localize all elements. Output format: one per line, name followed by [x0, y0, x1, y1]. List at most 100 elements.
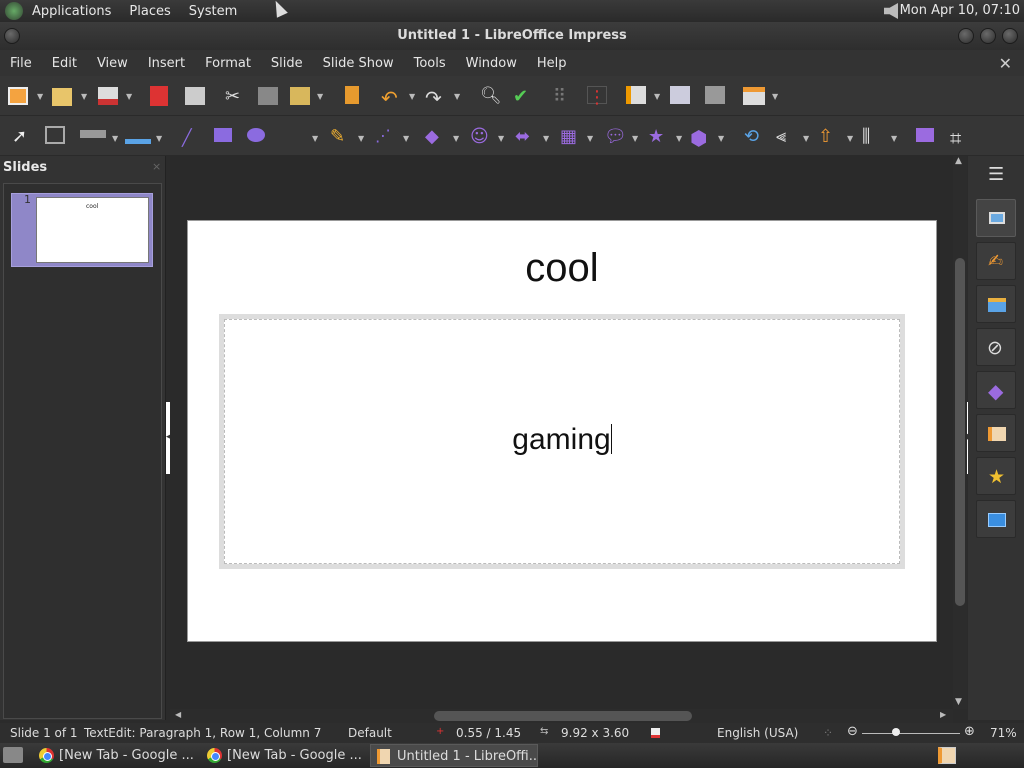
close-window-button[interactable]	[1002, 28, 1018, 44]
chevron-down-icon[interactable]: ▼	[126, 92, 132, 101]
open-folder-icon[interactable]	[52, 88, 72, 106]
minimize-button[interactable]	[958, 28, 974, 44]
export-pdf-icon[interactable]	[150, 86, 168, 106]
arrange-icon[interactable]: ⇧	[818, 126, 838, 147]
chevron-down-icon[interactable]: ▼	[632, 134, 638, 143]
clone-formatting-icon[interactable]	[345, 86, 359, 104]
menu-slide[interactable]: Slide	[261, 56, 313, 71]
crop-icon[interactable]: ⌗	[950, 126, 970, 150]
new-icon[interactable]	[8, 87, 28, 105]
scroll-right-icon[interactable]: ▶	[940, 710, 946, 719]
connector-icon[interactable]: ⋰	[375, 126, 395, 145]
new-slide-icon[interactable]	[626, 86, 646, 104]
chevron-down-icon[interactable]: ▼	[409, 92, 415, 101]
chevron-down-icon[interactable]: ▼	[498, 134, 504, 143]
curve-icon[interactable]: ✎	[330, 126, 350, 147]
scroll-up-icon[interactable]: ▲	[955, 156, 962, 166]
menu-format[interactable]: Format	[195, 56, 261, 71]
chevron-down-icon[interactable]: ▼	[847, 134, 853, 143]
menu-view[interactable]: View	[87, 56, 138, 71]
chevron-down-icon[interactable]: ▼	[403, 134, 409, 143]
ellipse-icon[interactable]	[247, 128, 265, 142]
shadow-icon[interactable]	[916, 128, 934, 142]
properties-deck-button[interactable]	[976, 199, 1016, 237]
callouts-icon[interactable]: 💬︎	[604, 126, 627, 147]
close-document-icon[interactable]: ✕	[999, 54, 1012, 73]
select-pointer-icon[interactable]: ➚	[12, 126, 32, 147]
menu-window[interactable]: Window	[456, 56, 527, 71]
spellcheck-icon[interactable]: ✔	[513, 86, 533, 107]
taskbar-item-impress[interactable]: Untitled 1 - LibreOffi...	[370, 744, 538, 767]
slide-transition-deck-button[interactable]	[976, 500, 1016, 538]
styles-deck-button[interactable]: ✍	[976, 242, 1016, 280]
chevron-down-icon[interactable]: ▼	[453, 134, 459, 143]
status-language[interactable]: English (USA)	[717, 726, 798, 740]
window-titlebar[interactable]: Untitled 1 - LibreOffice Impress	[0, 22, 1024, 50]
paste-icon[interactable]	[290, 87, 310, 105]
notification-impress-icon[interactable]	[938, 747, 956, 764]
status-zoom-percent[interactable]: 71%	[990, 726, 1017, 740]
zoom-out-button[interactable]: ⊖	[847, 724, 858, 739]
grid-icon[interactable]: ⠿	[553, 86, 573, 107]
scroll-down-icon[interactable]: ▼	[955, 697, 962, 707]
menu-edit[interactable]: Edit	[42, 56, 87, 71]
gallery-deck-button[interactable]	[976, 285, 1016, 323]
chevron-down-icon[interactable]: ▼	[454, 92, 460, 101]
chevron-down-icon[interactable]: ▼	[112, 134, 118, 143]
copy-icon[interactable]	[258, 87, 278, 105]
zoom-pan-icon[interactable]	[45, 126, 65, 144]
shapes-deck-button[interactable]: ◆	[976, 371, 1016, 409]
scroll-left-icon[interactable]: ◀	[175, 710, 181, 719]
zoom-in-button[interactable]: ⊕	[964, 724, 975, 739]
chevron-down-icon[interactable]: ▼	[891, 134, 897, 143]
chevron-down-icon[interactable]: ▼	[312, 134, 318, 143]
menu-file[interactable]: File	[0, 56, 42, 71]
animation-deck-button[interactable]: ★	[976, 457, 1016, 495]
gnome-foot-icon[interactable]	[5, 2, 23, 20]
vertical-scroll-thumb[interactable]	[955, 258, 965, 606]
close-pane-icon[interactable]: ×	[152, 160, 161, 173]
align-icon[interactable]: ⫷	[776, 126, 796, 147]
delete-slide-icon[interactable]	[705, 86, 725, 104]
chevron-down-icon[interactable]: ▼	[654, 92, 660, 101]
chevron-down-icon[interactable]: ▼	[543, 134, 549, 143]
menu-tools[interactable]: Tools	[404, 56, 456, 71]
distribute-icon[interactable]: ⫼	[862, 126, 882, 147]
menu-slide-show[interactable]: Slide Show	[313, 56, 404, 71]
applications-menu[interactable]: Applications	[23, 4, 120, 19]
zoom-slider-handle[interactable]	[892, 728, 900, 736]
block-arrows-icon[interactable]: ⬌	[515, 126, 535, 147]
rectangle-icon[interactable]	[214, 128, 232, 142]
flowchart-icon[interactable]: ▦	[560, 126, 580, 147]
system-menu[interactable]: System	[180, 4, 246, 19]
3d-objects-icon[interactable]: ⬢	[690, 126, 710, 150]
menu-insert[interactable]: Insert	[138, 56, 195, 71]
line-color-icon[interactable]	[80, 130, 106, 138]
save-icon[interactable]	[98, 87, 118, 105]
chevron-down-icon[interactable]: ▼	[676, 134, 682, 143]
find-replace-icon[interactable]: 🔍︎	[480, 86, 502, 106]
chevron-down-icon[interactable]: ▼	[317, 92, 323, 101]
basic-shapes-icon[interactable]: ◆	[425, 126, 445, 147]
symbol-shapes-icon[interactable]: ☺	[470, 126, 490, 147]
snap-guides-icon[interactable]: ⋮	[587, 86, 607, 108]
chevron-down-icon[interactable]: ▼	[37, 92, 43, 101]
chevron-down-icon[interactable]: ▼	[81, 92, 87, 101]
chevron-down-icon[interactable]: ▼	[156, 134, 162, 143]
content-text-value[interactable]: gaming	[512, 423, 610, 456]
chevron-down-icon[interactable]: ▼	[772, 92, 778, 101]
print-icon[interactable]	[185, 87, 205, 105]
chevron-down-icon[interactable]: ▼	[358, 134, 364, 143]
line-icon[interactable]: ╱	[182, 128, 202, 147]
chevron-down-icon[interactable]: ▼	[803, 134, 809, 143]
volume-icon[interactable]	[884, 3, 898, 19]
master-slides-deck-button[interactable]	[976, 414, 1016, 452]
duplicate-slide-icon[interactable]	[670, 86, 690, 104]
menu-help[interactable]: Help	[527, 56, 577, 71]
slide-layout-icon[interactable]	[743, 87, 765, 105]
chevron-down-icon[interactable]: ▼	[587, 134, 593, 143]
places-menu[interactable]: Places	[120, 4, 179, 19]
chevron-down-icon[interactable]: ▼	[718, 134, 724, 143]
content-text[interactable]: gaming	[224, 423, 900, 457]
show-desktop-icon[interactable]	[3, 747, 23, 763]
